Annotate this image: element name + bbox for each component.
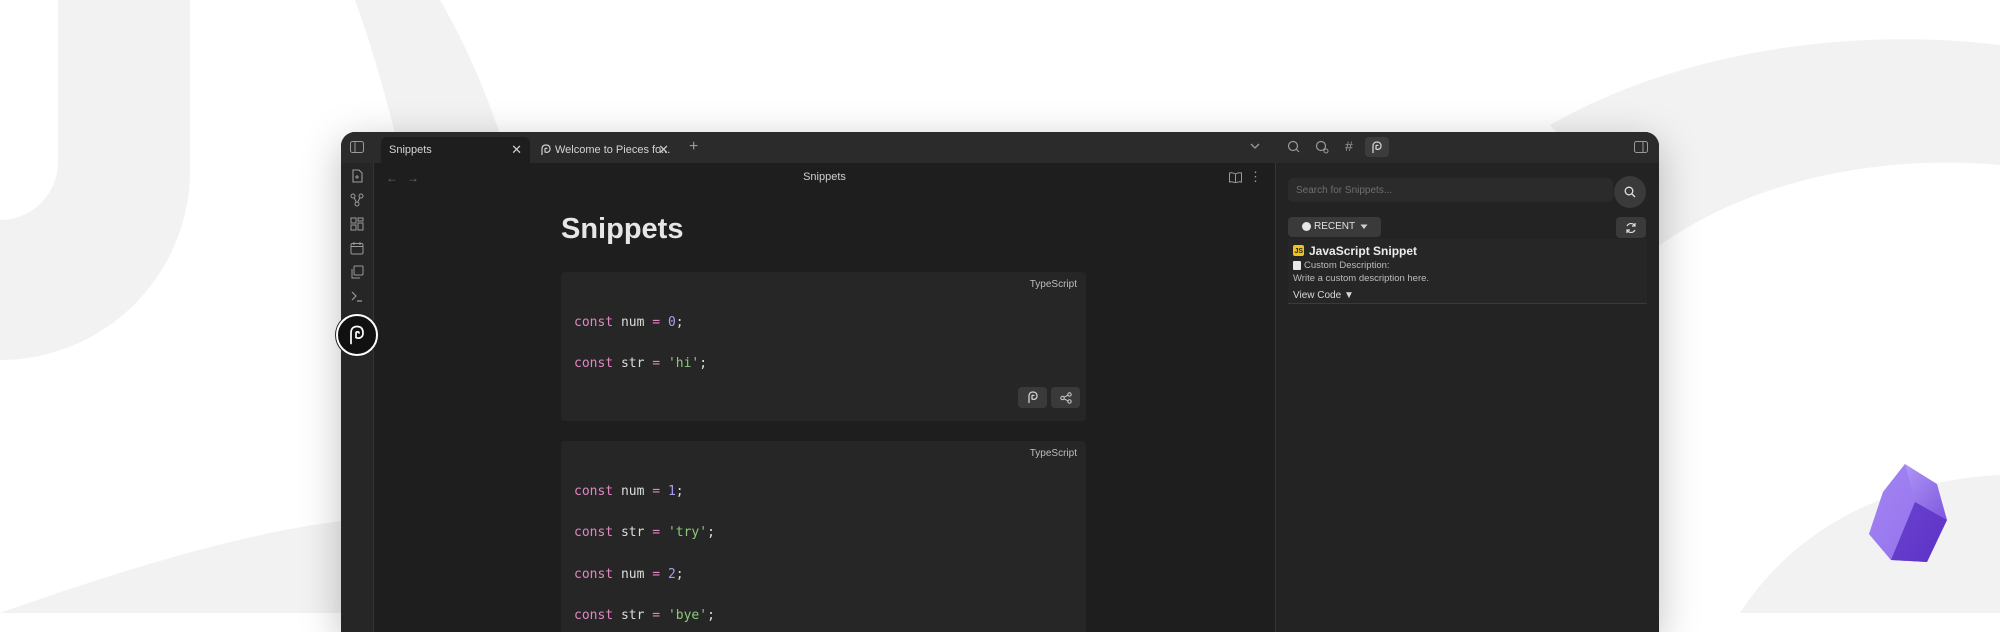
page-title: Snippets xyxy=(561,213,684,245)
new-file-icon[interactable] xyxy=(350,169,364,183)
search-icon xyxy=(1624,186,1636,198)
description-text: Write a custom description here. xyxy=(1293,273,1430,284)
code-line: const num = 1; xyxy=(574,484,684,499)
sidebar-toggle-icon[interactable] xyxy=(350,141,364,153)
filter-label: RECENT xyxy=(1314,221,1356,232)
snippet-search-input[interactable] xyxy=(1288,178,1613,202)
tab-welcome[interactable]: Welcome to Pieces fo... ✕ xyxy=(534,137,677,163)
left-ribbon xyxy=(341,163,374,632)
pieces-ribbon-button[interactable] xyxy=(336,314,378,356)
code-line: const str = 'bye'; xyxy=(574,608,715,623)
canvas-icon[interactable] xyxy=(350,217,364,231)
snippet-card[interactable]: JS JavaScript Snippet Custom Description… xyxy=(1288,239,1647,304)
code-language-label: TypeScript xyxy=(1029,279,1077,290)
pieces-copilot-icon[interactable] xyxy=(1287,140,1301,154)
memo-icon xyxy=(1293,261,1301,270)
save-to-pieces-button[interactable] xyxy=(1018,387,1047,408)
editor-pane: ← → Snippets ⋮ Snippets TypeScript const… xyxy=(374,163,1275,632)
close-icon[interactable]: ✕ xyxy=(658,143,669,156)
obsidian-logo xyxy=(1869,464,1947,562)
code-block-2: TypeScript const num = 1; const str = 't… xyxy=(561,441,1086,632)
terminal-icon[interactable] xyxy=(350,289,364,303)
calendar-icon[interactable] xyxy=(350,241,364,255)
dropdown-chevron-icon xyxy=(1360,224,1368,230)
new-tab-plus-icon[interactable]: + xyxy=(689,138,698,156)
view-header-title: Snippets xyxy=(803,171,846,183)
tab-label: Snippets xyxy=(389,144,432,156)
search-button[interactable] xyxy=(1614,176,1646,208)
pieces-snippets-panel: RECENT JS JavaScript Snippet Custom Desc… xyxy=(1275,163,1659,632)
snippet-title: JavaScript Snippet xyxy=(1309,244,1418,258)
code-line: const num = 0; xyxy=(574,315,684,330)
share-button[interactable] xyxy=(1051,387,1080,408)
clock-icon xyxy=(1302,222,1311,231)
pieces-snippets-icon[interactable] xyxy=(1365,137,1389,157)
reading-view-icon[interactable] xyxy=(1229,172,1242,183)
graph-view-icon[interactable] xyxy=(350,193,364,207)
view-code-toggle[interactable]: View Code ▼ xyxy=(1293,290,1354,301)
close-icon[interactable]: ✕ xyxy=(511,143,522,156)
pieces-search-icon[interactable] xyxy=(1315,140,1329,154)
code-language-label: TypeScript xyxy=(1029,448,1077,459)
chevron-down-icon[interactable] xyxy=(1250,142,1260,150)
more-options-icon[interactable]: ⋮ xyxy=(1249,169,1262,185)
tab-label: Welcome to Pieces fo... xyxy=(555,144,671,156)
description-label: Custom Description: xyxy=(1304,260,1390,271)
javascript-badge-icon: JS xyxy=(1293,245,1304,256)
code-line: const num = 2; xyxy=(574,567,684,582)
tab-snippets[interactable]: Snippets ✕ xyxy=(381,137,530,163)
code-line: const str = 'try'; xyxy=(574,525,715,540)
refresh-icon xyxy=(1625,222,1637,234)
pieces-icon xyxy=(349,325,365,345)
refresh-button[interactable] xyxy=(1616,217,1646,238)
code-block-1: TypeScript const num = 0; const str = 'h… xyxy=(561,272,1086,421)
sort-filter-select[interactable]: RECENT xyxy=(1288,217,1381,237)
app-window: Snippets ✕ Welcome to Pieces fo... ✕ + # xyxy=(341,132,1659,632)
title-bar: Snippets ✕ Welcome to Pieces fo... ✕ + # xyxy=(341,132,1659,163)
copy-icon[interactable] xyxy=(350,265,364,279)
pieces-icon xyxy=(541,144,551,156)
code-line: const str = 'hi'; xyxy=(574,356,708,371)
hashtag-icon[interactable]: # xyxy=(1345,138,1353,154)
right-sidebar-toggle-icon[interactable] xyxy=(1634,141,1648,153)
